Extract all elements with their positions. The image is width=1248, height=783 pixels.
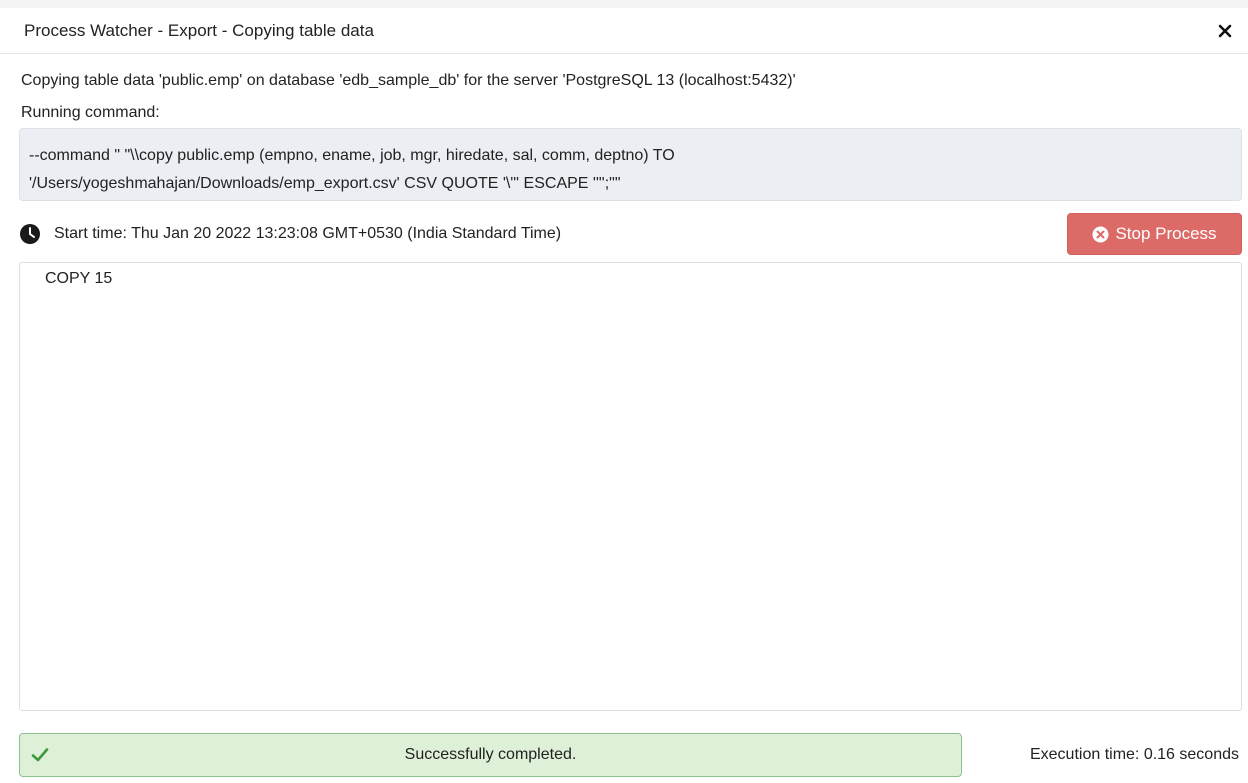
background-strip [0,0,1248,8]
stop-process-label: Stop Process [1115,224,1217,243]
close-icon[interactable] [1214,20,1236,42]
execution-time: Execution time: 0.16 seconds [1029,746,1239,763]
dialog-header: Process Watcher - Export - Copying table… [0,8,1248,54]
dialog-title: Process Watcher - Export - Copying table… [24,21,374,40]
process-output[interactable]: COPY 15 [19,262,1242,711]
running-command-label: Running command: [21,104,160,121]
status-bar: Successfully completed. [19,733,962,777]
command-box: --command " "\\copy public.emp (empno, e… [19,128,1242,201]
start-time-row: Start time: Thu Jan 20 2022 13:23:08 GMT… [19,222,561,246]
output-line: COPY 15 [45,270,113,287]
command-line-2: '/Users/yogeshmahajan/Downloads/emp_expo… [29,175,621,192]
times-circle-icon [1092,226,1109,243]
status-text: Successfully completed. [404,746,577,763]
process-description: Copying table data 'public.emp' on datab… [21,72,796,89]
clock-icon [19,223,41,245]
start-time: Start time: Thu Jan 20 2022 13:23:08 GMT… [54,225,562,242]
command-line-1: --command " "\\copy public.emp (empno, e… [29,147,675,164]
process-watcher-dialog: Process Watcher - Export - Copying table… [0,0,1248,783]
stop-process-button[interactable]: Stop Process [1067,213,1242,255]
